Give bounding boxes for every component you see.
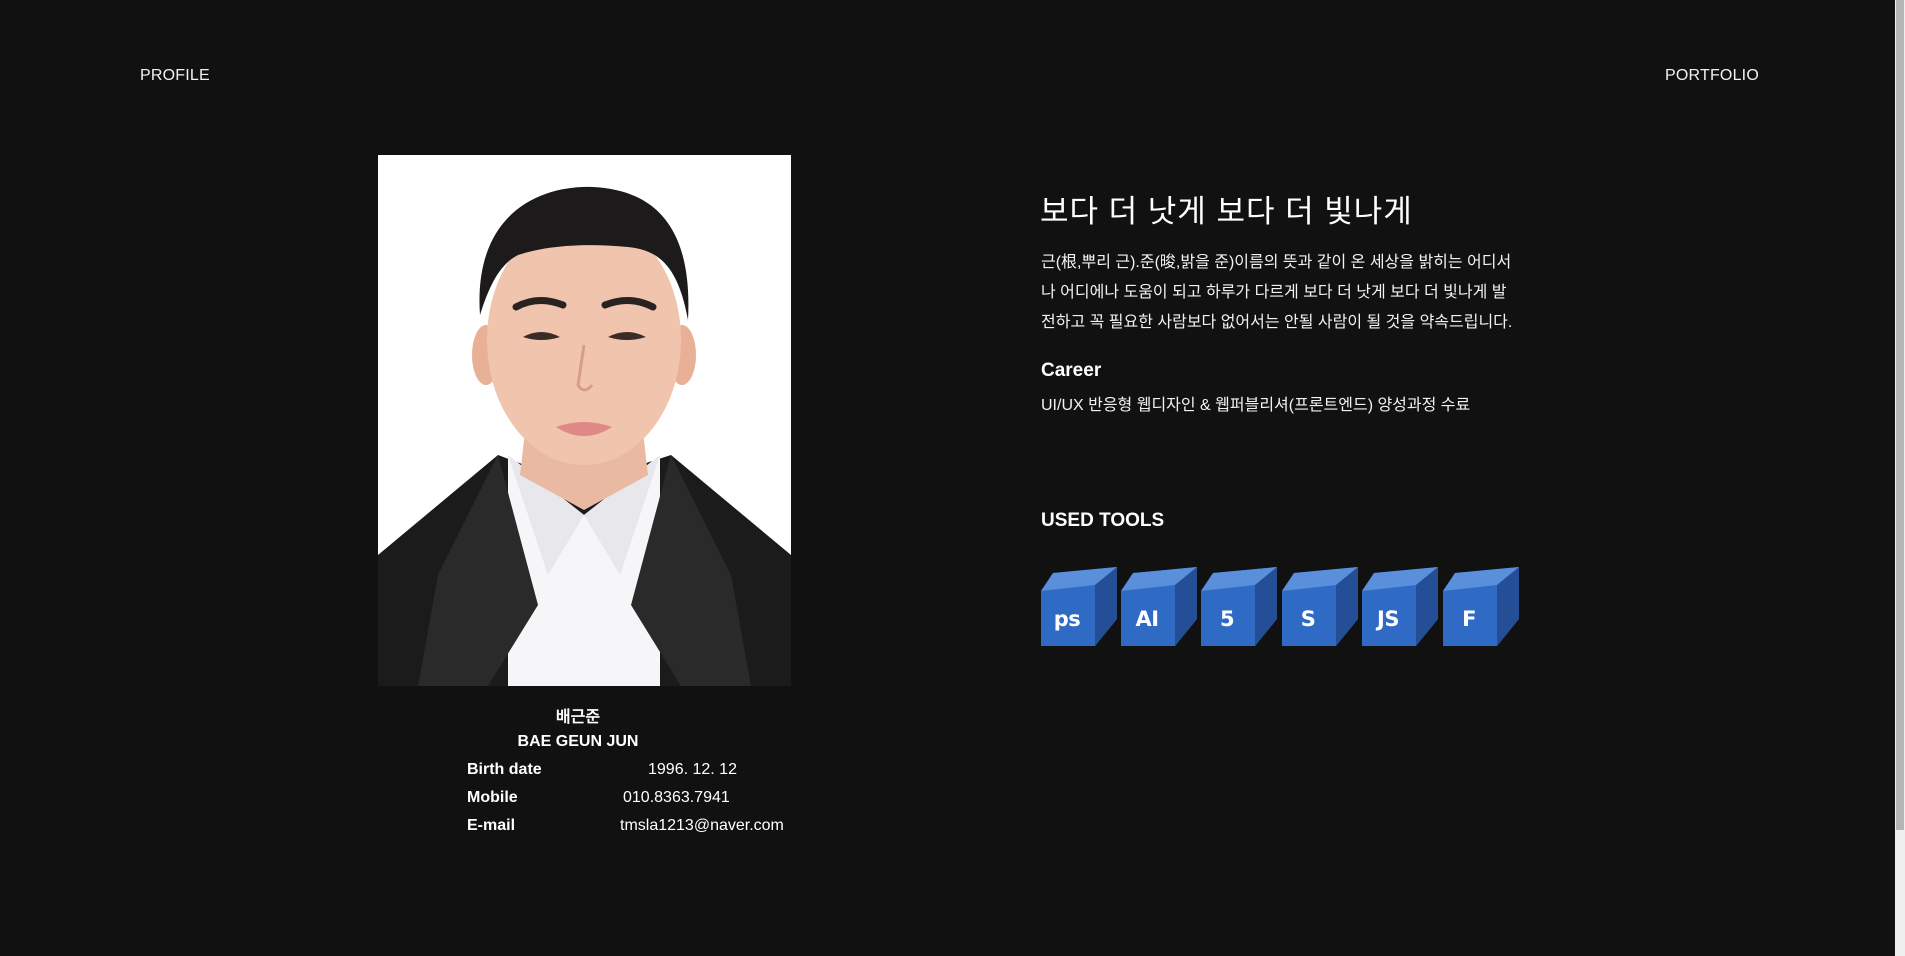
info-label: Birth date bbox=[467, 761, 542, 778]
page-scrollbar[interactable] bbox=[1895, 0, 1905, 956]
profile-name-english: BAE GEUN JUN bbox=[517, 733, 639, 750]
nav-portfolio-link[interactable]: PORTFOLIO bbox=[1665, 67, 1759, 85]
scrollbar-thumb[interactable] bbox=[1896, 0, 1904, 830]
tool-label: AI bbox=[1135, 607, 1159, 631]
figma-icon: F bbox=[1443, 567, 1519, 646]
tool-label: 5 bbox=[1219, 607, 1235, 631]
javascript-icon: JS bbox=[1362, 567, 1438, 646]
tool-label: ps bbox=[1053, 607, 1081, 631]
profile-photo bbox=[378, 155, 791, 686]
career-text: UI/UX 반응형 웹디자인 & 웹퍼블리셔(프론트엔드) 양성과정 수료 bbox=[1041, 397, 1471, 414]
illustrator-icon: AI bbox=[1121, 567, 1197, 646]
tool-label: S bbox=[1300, 607, 1316, 631]
info-value[interactable]: tmsla1213@naver.com bbox=[620, 817, 784, 835]
info-value: 1996. 12. 12 bbox=[648, 761, 737, 778]
used-tools-title: USED TOOLS bbox=[1041, 510, 1165, 531]
nav-profile-link[interactable]: PROFILE bbox=[140, 67, 210, 85]
sass-icon: S bbox=[1282, 567, 1358, 646]
info-value: 010.8363.7941 bbox=[623, 789, 730, 806]
tools-list: ps AI 5 S JS F bbox=[1041, 567, 1521, 647]
profile-name-korean: 배근준 bbox=[555, 709, 601, 726]
about-headline: 보다 더 낫게 보다 더 빛나게 bbox=[1040, 194, 1413, 229]
info-label: E-mail bbox=[467, 817, 516, 834]
photoshop-icon: ps bbox=[1041, 567, 1117, 646]
tool-label: F bbox=[1462, 607, 1476, 631]
about-intro: 근(根,뿌리 근).준(晙,밝을 준)이름의 뜻과 같이 온 세상을 밝히는 어… bbox=[1041, 254, 1513, 331]
html5-icon: 5 bbox=[1201, 567, 1277, 646]
tool-label: JS bbox=[1377, 607, 1399, 631]
profile-page: PROFILE PORTFOLIO 배근준 BAE GEUN JUN Birth… bbox=[0, 0, 1905, 956]
career-title: Career bbox=[1041, 360, 1102, 381]
info-label: Mobile bbox=[467, 789, 518, 806]
